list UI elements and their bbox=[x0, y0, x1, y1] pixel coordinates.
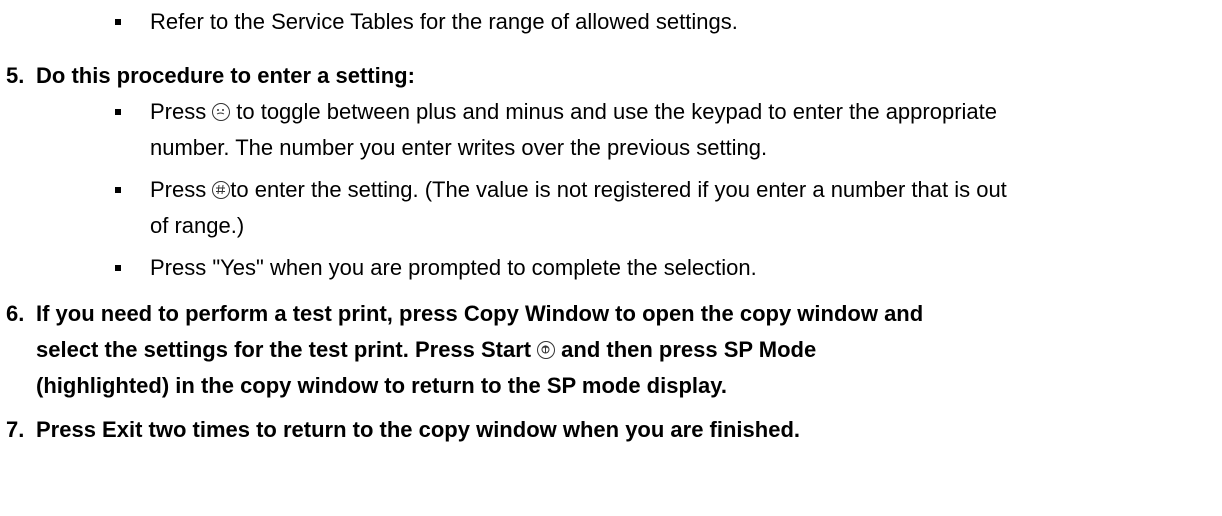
step-7-text: Press Exit two times to return to the co… bbox=[36, 417, 801, 442]
step-6-line-1: If you need to perform a test print, pre… bbox=[36, 301, 924, 326]
hash-key-icon bbox=[212, 181, 231, 199]
step-6-line-3: (highlighted) in the copy window to retu… bbox=[36, 373, 727, 398]
bullet-2-press-label: Press bbox=[150, 177, 207, 202]
bullet-marker bbox=[115, 265, 121, 271]
step-6-line-2-pre: select the settings for the test print. … bbox=[36, 337, 532, 362]
step-number-7: 7. bbox=[6, 417, 25, 442]
step-6-line-2: select the settings for the test print. … bbox=[36, 336, 816, 364]
bullet-marker bbox=[115, 19, 121, 25]
start-key-icon bbox=[537, 341, 556, 359]
step-6-line-2-post: and then press SP Mode bbox=[561, 337, 817, 362]
step-5-bullet-1-line-2: number. The number you enter writes over… bbox=[150, 135, 768, 160]
bullet-marker bbox=[115, 109, 121, 115]
step-5-bullet-1-line-1: Press to toggle between plus and minus an… bbox=[150, 98, 997, 126]
step-5-bullet-2-line-2: of range.) bbox=[150, 213, 245, 238]
step-5-heading: Do this procedure to enter a setting: bbox=[36, 63, 415, 88]
bullet-2-rest: to enter the setting. (The value is not … bbox=[230, 177, 1007, 202]
substep-service-tables: Refer to the Service Tables for the rang… bbox=[150, 9, 738, 34]
clear-modes-key-icon bbox=[212, 103, 231, 121]
step-5-bullet-3: Press "Yes" when you are prompted to com… bbox=[150, 255, 757, 280]
step-number-5: 5. bbox=[6, 63, 25, 88]
step-number-6: 6. bbox=[6, 301, 25, 326]
step-5-bullet-2-line-1: Press to enter the setting. (The value is… bbox=[150, 176, 1007, 204]
bullet-1-rest: to toggle between plus and minus and use… bbox=[236, 99, 998, 124]
bullet-1-press-label: Press bbox=[150, 99, 207, 124]
bullet-marker bbox=[115, 187, 121, 193]
